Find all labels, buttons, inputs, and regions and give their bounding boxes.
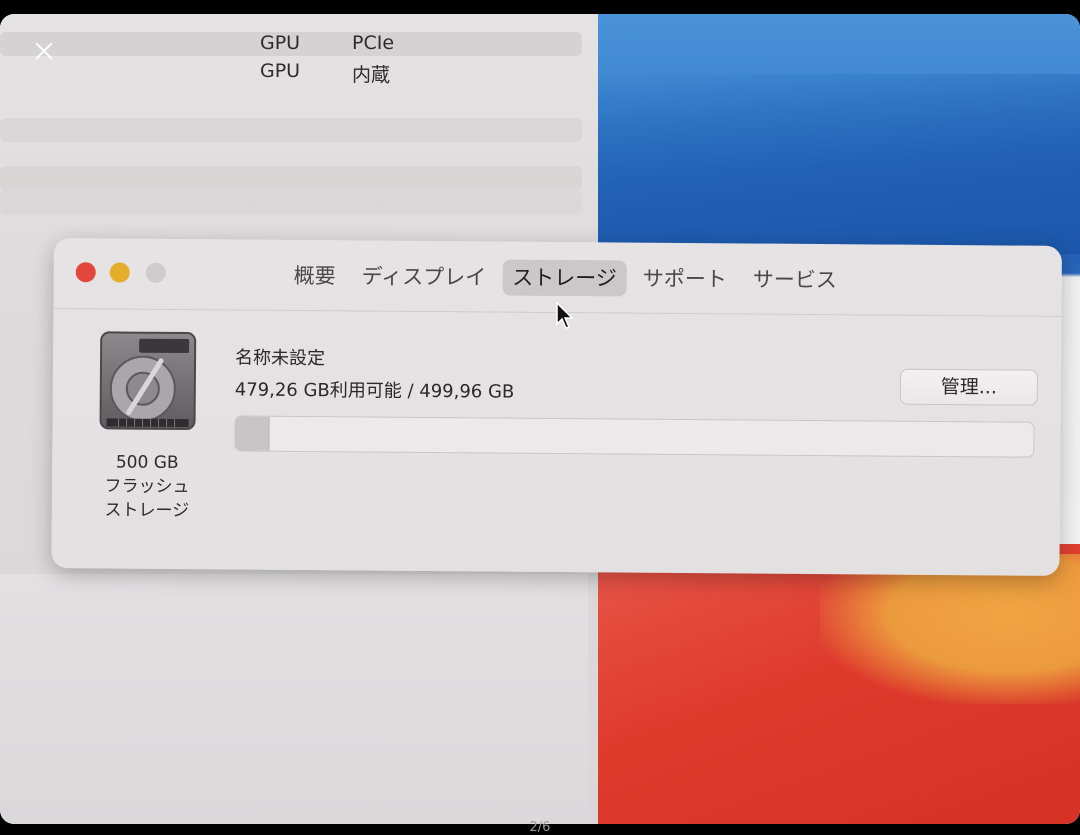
about-this-mac-window: 概要 ディスプレイ ストレージ サポート サービス 500 GB フラッシュ ス…	[51, 238, 1062, 576]
bg-row	[0, 166, 582, 190]
bg-cell: PCIe	[352, 32, 395, 54]
bg-cell: GPU	[260, 60, 301, 82]
bg-cell: 内蔵	[352, 64, 391, 86]
disk-type-label: フラッシュ	[104, 476, 190, 498]
photo-frame: GPU PCIe GPU 内蔵 概要 ディスプレイ ストレージ サポート サービ…	[0, 14, 1080, 824]
minimize-window-button[interactable]	[109, 262, 130, 283]
wallpaper-orange	[820, 554, 1080, 704]
zoom-window-button[interactable]	[145, 262, 166, 283]
disk-type-label-2: ストレージ	[104, 500, 190, 522]
tab-storage[interactable]: ストレージ	[502, 259, 627, 297]
tab-overview[interactable]: 概要	[284, 258, 346, 294]
tab-bar: 概要 ディスプレイ ストレージ サポート サービス	[284, 258, 847, 298]
storage-used-segment	[235, 416, 270, 451]
disk-caption: 500 GB フラッシュ ストレージ	[92, 450, 203, 523]
close-window-button[interactable]	[75, 262, 96, 283]
hard-drive-icon	[99, 331, 197, 431]
storage-usage-bar	[234, 415, 1035, 458]
tab-service[interactable]: サービス	[743, 261, 847, 298]
bg-row	[0, 118, 582, 142]
volume-name: 名称未設定	[234, 347, 326, 370]
bg-row	[0, 190, 582, 214]
wallpaper-wave	[598, 74, 1080, 254]
tab-displays[interactable]: ディスプレイ	[352, 258, 497, 295]
disk-capacity-label: 500 GB	[115, 452, 179, 473]
bg-cell: GPU	[260, 32, 301, 54]
close-icon[interactable]	[33, 40, 55, 62]
image-counter: 2/6	[529, 820, 551, 835]
background-window-lower	[0, 574, 588, 824]
mouse-pointer-icon	[556, 302, 574, 329]
tab-support[interactable]: サポート	[633, 261, 737, 298]
manage-button[interactable]: 管理...	[899, 368, 1038, 406]
volume-availability: 479,26 GB利用可能 / 499,96 GB	[234, 379, 515, 403]
